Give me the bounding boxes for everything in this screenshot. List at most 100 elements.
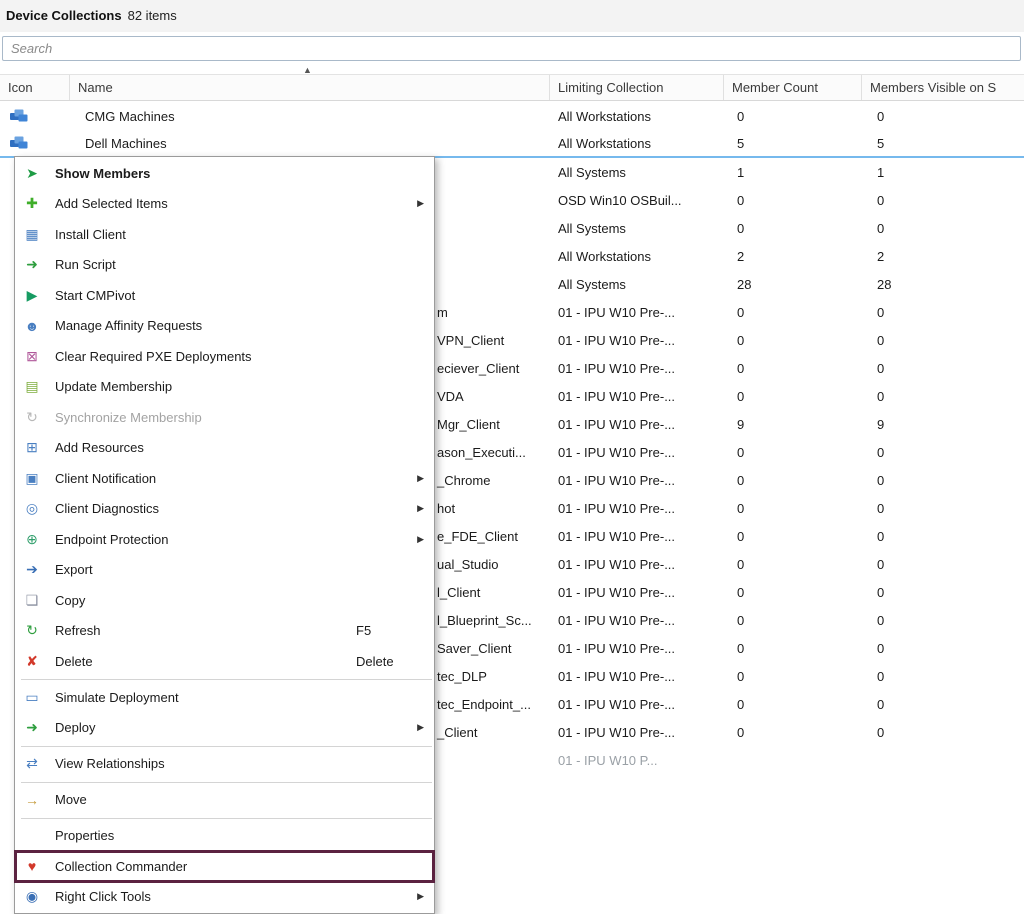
run-script-icon: ➜ [21,256,43,273]
menu-item-label: Update Membership [55,379,172,394]
simulate-deployment-icon: ▭ [21,689,43,706]
start-cmpivot-icon: ▶ [21,287,43,304]
menu-item-start-cmpivot[interactable]: ▶ Start CMPivot [15,280,434,311]
column-header-icon[interactable]: Icon [0,75,70,100]
move-icon: → [21,792,43,808]
limiting-collection-value: 01 - IPU W10 Pre-... [550,697,724,712]
menu-item-deploy[interactable]: ➜ Deploy ▶ [15,713,434,744]
limiting-collection-value: 01 - IPU W10 Pre-... [550,305,724,320]
member-count-value: 0 [724,585,862,600]
client-notification-icon: ▣ [21,470,43,487]
member-count-value: 1 [724,165,862,180]
member-count-value: 0 [724,613,862,628]
page-title: Device Collections [6,8,122,23]
menu-item-copy[interactable]: ❏ Copy [15,585,434,616]
menu-item-client-diagnostics[interactable]: ◎Client Diagnostics▶ [15,494,434,525]
menu-item-manage-affinity-requests[interactable]: ☻ Manage Affinity Requests [15,311,434,342]
menu-item-label: Show Members [55,166,150,181]
collection-name: Dell Machines [70,136,550,151]
members-visible-value: 5 [862,136,1024,151]
menu-item-label: Collection Commander [55,859,187,874]
members-visible-value: 0 [862,333,1024,348]
submenu-arrow-icon: ▶ [417,722,424,733]
menu-item-label: Start CMPivot [55,288,135,303]
column-header-name[interactable]: Name [70,75,550,100]
limiting-collection-value: All Systems [550,277,724,292]
member-count-value: 0 [724,333,862,348]
limiting-collection-value: 01 - IPU W10 P... [550,753,724,768]
members-visible-value: 0 [862,445,1024,460]
menu-item-collection-commander[interactable]: ♥ Collection Commander [15,851,434,882]
menu-item-label: Properties [55,828,114,843]
menu-item-install-client[interactable]: ▦Install Client [15,219,434,250]
client-diagnostics-icon: ◎ [21,500,43,517]
menu-shortcut: Delete [356,654,394,669]
column-header-members-visible[interactable]: Members Visible on S [862,75,1024,100]
table-row[interactable]: Dell MachinesAll Workstations55 [0,130,1024,158]
search-input[interactable] [2,36,1021,61]
deploy-icon: ➜ [21,719,43,736]
menu-item-label: Manage Affinity Requests [55,318,202,333]
menu-item-view-relationships[interactable]: ⇄View Relationships [15,749,434,780]
menu-item-label: Copy [55,593,85,608]
menu-item-export[interactable]: ➔Export [15,555,434,586]
members-visible-value: 0 [862,585,1024,600]
update-membership-icon: ▤ [21,378,43,395]
members-visible-value: 0 [862,389,1024,404]
menu-item-properties[interactable]: Properties [15,821,434,852]
member-count-value: 0 [724,361,862,376]
install-client-icon: ▦ [21,226,43,243]
menu-item-delete[interactable]: ✘DeleteDelete [15,646,434,677]
member-count-value: 0 [724,109,862,124]
members-visible-value: 0 [862,305,1024,320]
menu-item-label: Add Selected Items [55,196,168,211]
collection-commander-icon: ♥ [21,858,43,874]
menu-item-label: Deploy [55,720,95,735]
member-count-value: 0 [724,529,862,544]
menu-item-right-click-tools[interactable]: ◉Right Click Tools▶ [15,882,434,913]
members-visible-value: 0 [862,669,1024,684]
menu-item-add-selected-items[interactable]: ✚Add Selected Items▶ [15,189,434,220]
search-bar [2,36,1021,61]
limiting-collection-value: 01 - IPU W10 Pre-... [550,557,724,572]
menu-item-refresh[interactable]: ↻RefreshF5 [15,616,434,647]
sort-ascending-icon[interactable]: ▲ [303,66,312,75]
menu-item-clear-required-pxe-deployments[interactable]: ⊠Clear Required PXE Deployments [15,341,434,372]
show-members-icon: ➤ [21,165,43,182]
menu-item-update-membership[interactable]: ▤ Update Membership [15,372,434,403]
limiting-collection-value: All Workstations [550,136,724,151]
menu-item-move[interactable]: → Move [15,785,434,816]
limiting-collection-value: All Workstations [550,109,724,124]
item-count: 82 items [128,8,177,23]
member-count-value: 0 [724,557,862,572]
limiting-collection-value: 01 - IPU W10 Pre-... [550,529,724,544]
submenu-arrow-icon: ▶ [417,198,424,209]
member-count-value: 0 [724,501,862,516]
limiting-collection-value: All Systems [550,165,724,180]
menu-item-endpoint-protection[interactable]: ⊕Endpoint Protection▶ [15,524,434,555]
menu-item-add-resources[interactable]: ⊞Add Resources [15,433,434,464]
menu-item-label: Run Script [55,257,116,272]
menu-item-client-notification[interactable]: ▣Client Notification▶ [15,463,434,494]
column-header-member-count[interactable]: Member Count [724,75,862,100]
members-visible-value: 1 [862,165,1024,180]
menu-item-label: Export [55,562,93,577]
menu-item-run-script[interactable]: ➜ Run Script [15,250,434,281]
submenu-arrow-icon: ▶ [417,534,424,545]
members-visible-value: 0 [862,193,1024,208]
members-visible-value: 9 [862,417,1024,432]
menu-item-simulate-deployment[interactable]: ▭Simulate Deployment [15,682,434,713]
right-click-tools-icon: ◉ [21,888,43,905]
table-row[interactable]: CMG MachinesAll Workstations00 [0,102,1024,130]
copy-icon: ❏ [21,592,43,609]
column-header-limiting-collection[interactable]: Limiting Collection [550,75,724,100]
member-count-value: 0 [724,221,862,236]
context-menu: ➤Show Members✚Add Selected Items▶▦Instal… [14,156,435,914]
limiting-collection-value: 01 - IPU W10 Pre-... [550,389,724,404]
menu-item-show-members[interactable]: ➤ Show Members [15,158,434,189]
members-visible-value: 0 [862,613,1024,628]
menu-item-label: Move [55,792,87,807]
manage-affinity-icon: ☻ [21,318,43,334]
member-count-value: 0 [724,669,862,684]
members-visible-value: 0 [862,641,1024,656]
